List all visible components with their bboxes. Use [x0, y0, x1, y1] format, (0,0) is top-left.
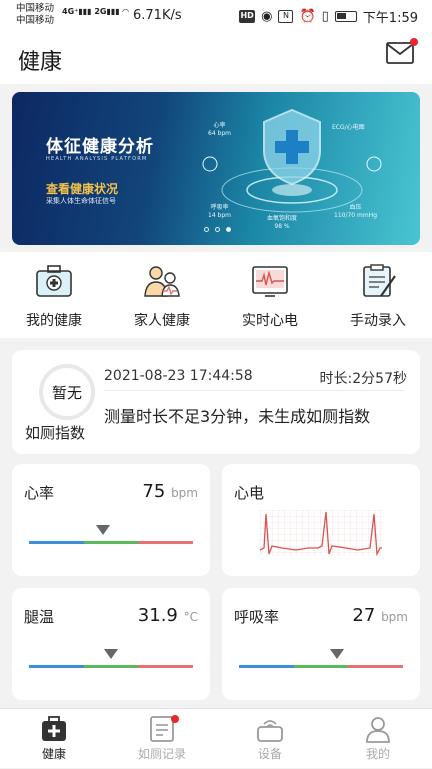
heart-rate-label: 心率 — [24, 484, 55, 502]
carousel-dots — [204, 227, 231, 232]
banner-hr-label: 心率 64 bpm — [208, 122, 232, 137]
divider — [104, 390, 404, 391]
leg-temp-value-wrap: 31.9 °C — [138, 605, 198, 626]
medical-kit-icon — [36, 265, 72, 297]
vibrate-icon: ▯ — [321, 9, 329, 24]
banner-link[interactable]: 查看健康状况 — [46, 180, 118, 197]
index-ring-text: 暂无 — [51, 384, 82, 402]
quick-realtime-ecg[interactable]: 实时心电 — [216, 252, 324, 338]
carrier-1: 中国移动 — [16, 3, 55, 14]
status-icons: HD ◉ N ⏰ ▯ 下午1:59 — [239, 7, 418, 26]
signal-icon: 4G⁺▮▮▮ 2G▮▮▮ ◠ — [62, 7, 129, 16]
tab-toilet-records[interactable]: 如厕记录 — [108, 709, 216, 769]
leg-temp-card[interactable]: 腿温 31.9 °C — [12, 588, 210, 700]
network-speed: 6.71K/s — [133, 8, 182, 23]
resp-rate-value-wrap: 27 bpm — [352, 605, 408, 626]
page-title: 健康 — [18, 50, 63, 75]
tab-toilet-records-label: 如厕记录 — [137, 747, 186, 761]
alarm-icon: ⏰ — [299, 9, 316, 24]
tab-health-label: 健康 — [41, 747, 66, 761]
ecg-card[interactable]: 心电 — [222, 464, 420, 576]
bottom-tab-bar: 健康 如厕记录 设备 我的 — [0, 708, 432, 768]
banner-bp-label: 血压 110/70 mmHg — [334, 204, 378, 219]
banner-resp-label: 呼吸率 14 bpm — [208, 204, 232, 219]
status-bar: 中国移动 中国移动 4G⁺▮▮▮ 2G▮▮▮ ◠ 6.71K/s HD ◉ N … — [0, 0, 432, 32]
banner-subtitle: HEALTH ANALYSIS PLATFORM — [46, 156, 148, 162]
tab-health[interactable]: 健康 — [0, 709, 108, 769]
ecg-wave-icon — [260, 510, 382, 556]
toilet-index-card[interactable]: 暂无 如厕指数 2021-08-23 17:44:58 时长:2分57秒 测量时… — [12, 350, 420, 454]
quick-my-health[interactable]: 我的健康 — [0, 252, 108, 338]
measure-duration: 时长:2分57秒 — [319, 371, 407, 387]
tab-mine-label: 我的 — [365, 747, 390, 761]
app-header: 健康 — [0, 32, 432, 84]
clock: 下午1:59 — [362, 11, 418, 26]
tab-mine[interactable]: 我的 — [324, 709, 432, 769]
quick-manual-entry-label: 手动录入 — [350, 313, 406, 329]
quick-realtime-ecg-label: 实时心电 — [242, 313, 298, 329]
leg-temp-value: 31.9 — [137, 605, 178, 626]
medical-kit-icon — [42, 716, 66, 741]
device-icon — [257, 720, 283, 742]
quick-family-health[interactable]: 家人健康 — [108, 252, 216, 338]
quick-family-health-label: 家人健康 — [134, 313, 190, 329]
carousel-dot[interactable] — [215, 227, 220, 232]
battery-icon — [334, 11, 357, 22]
banner-ecg-label: ECG/心电图 — [332, 124, 365, 131]
family-icon — [144, 266, 180, 297]
resp-rate-value: 27 — [352, 605, 376, 626]
heart-rate-card[interactable]: 心率 75 bpm — [12, 464, 210, 576]
quick-manual-entry[interactable]: 手动录入 — [324, 252, 432, 338]
measure-datetime: 2021-08-23 17:44:58 — [104, 368, 253, 384]
heart-rate-value: 75 — [142, 481, 166, 502]
index-ring: 暂无 — [39, 364, 95, 420]
user-icon — [366, 717, 390, 743]
resp-rate-label: 呼吸率 — [234, 608, 280, 626]
tab-devices-label: 设备 — [257, 747, 282, 761]
tab-devices[interactable]: 设备 — [216, 709, 324, 769]
index-message: 测量时长不足3分钟，未生成如厕指数 — [104, 407, 371, 426]
carousel-dot[interactable] — [204, 227, 209, 232]
heart-rate-value-wrap: 75 bpm — [142, 481, 198, 502]
ecg-label: 心电 — [234, 484, 265, 502]
banner-desc: 采集人体生命体征信号 — [46, 197, 116, 205]
resp-rate-card[interactable]: 呼吸率 27 bpm — [222, 588, 420, 700]
banner-spo2-label: 血氧饱和度 98 % — [267, 215, 298, 230]
ecg-monitor-icon — [252, 266, 288, 297]
eye-icon: ◉ — [261, 9, 273, 24]
records-badge — [171, 715, 179, 723]
resp-rate-range-bar — [239, 665, 404, 668]
index-ring-label: 如厕指数 — [25, 424, 86, 442]
clipboard-pen-icon — [363, 264, 396, 297]
heart-rate-marker — [95, 525, 110, 535]
leg-temp-marker — [104, 649, 118, 659]
mail-icon[interactable] — [386, 42, 414, 64]
resp-rate-marker — [330, 649, 345, 659]
heart-rate-unit: bpm — [171, 486, 198, 500]
leg-temp-label: 腿温 — [24, 608, 55, 626]
leg-temp-unit: °C — [183, 610, 198, 624]
carrier-info: 中国移动 中国移动 — [16, 3, 54, 27]
hd-icon: HD — [239, 10, 256, 23]
leg-temp-range-bar — [29, 665, 194, 668]
health-banner[interactable]: 体征健康分析 HEALTH ANALYSIS PLATFORM 查看健康状况 采… — [12, 92, 420, 245]
resp-rate-unit: bpm — [381, 610, 408, 624]
quick-actions: 我的健康 家人健康 实时心电 手动录入 — [0, 252, 432, 338]
carousel-dot-active[interactable] — [226, 227, 231, 232]
mail-badge — [410, 38, 418, 46]
heart-rate-range-bar — [29, 541, 194, 544]
carrier-2: 中国移动 — [16, 15, 55, 26]
quick-my-health-label: 我的健康 — [26, 313, 82, 329]
banner-title: 体征健康分析 — [46, 137, 154, 157]
nfc-icon: N — [278, 10, 294, 23]
